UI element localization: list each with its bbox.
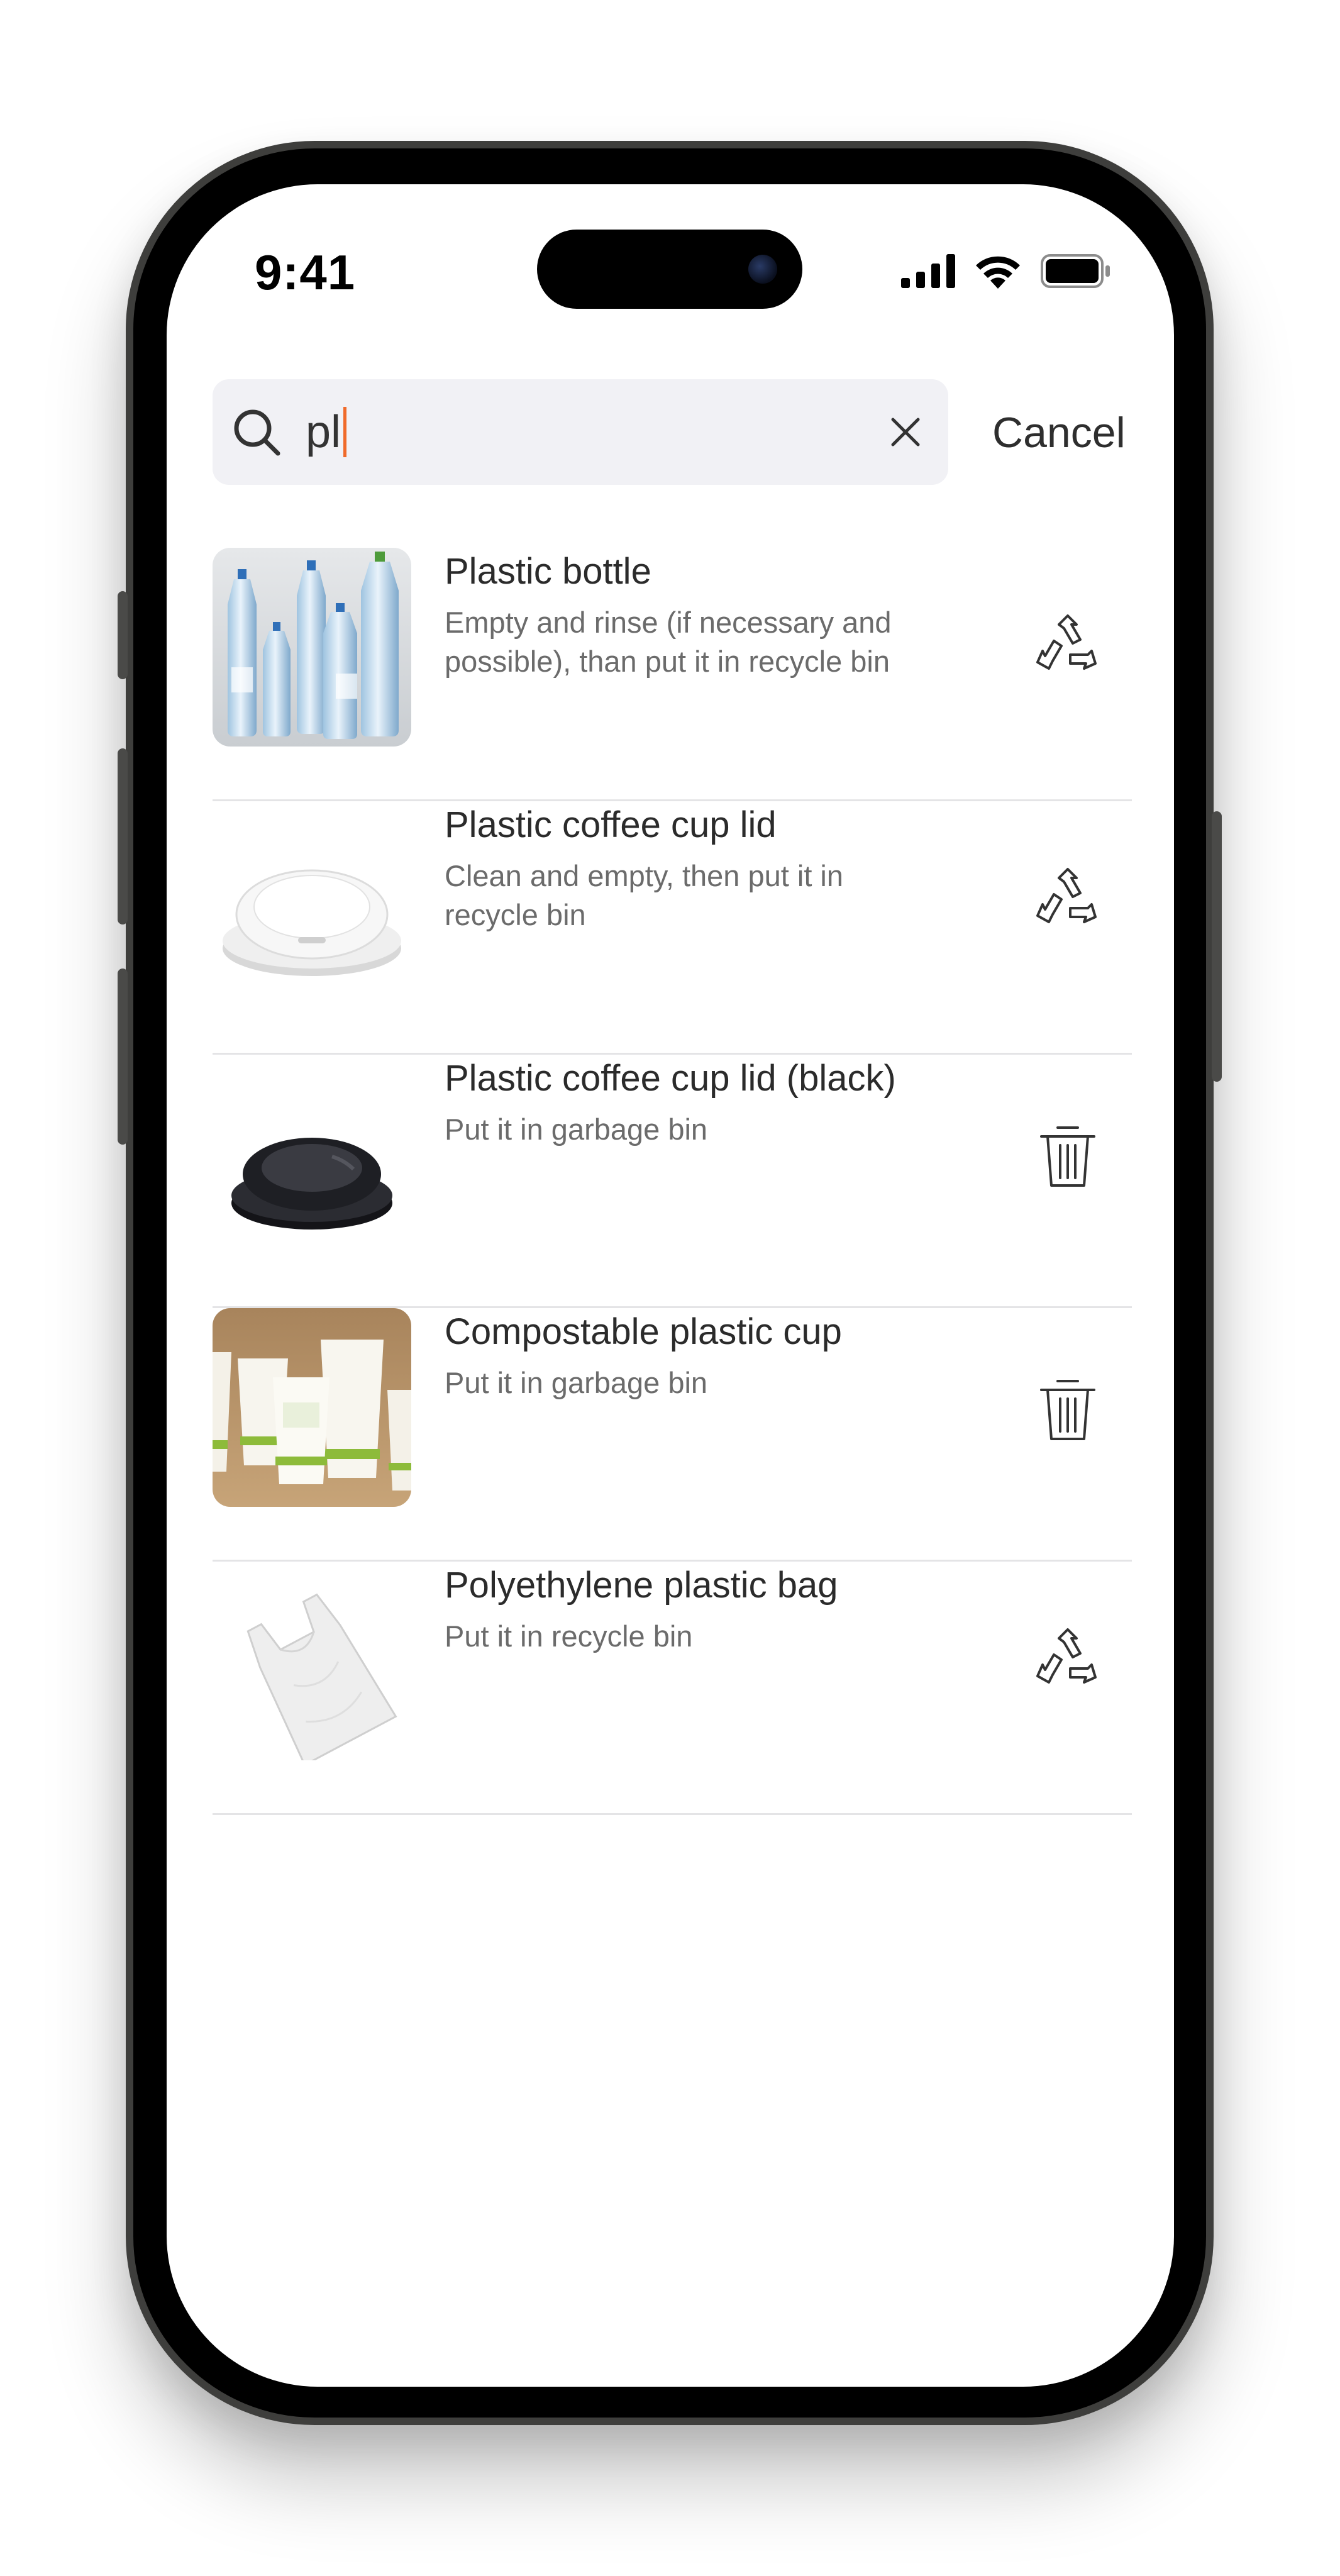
dynamic-island — [537, 230, 802, 309]
list-item[interactable]: Compostable plastic cup Put it in garbag… — [213, 1308, 1132, 1562]
list-item[interactable]: Plastic coffee cup lid (black) Put it in… — [213, 1055, 1132, 1308]
recycle-icon[interactable] — [1030, 864, 1105, 940]
item-title: Plastic coffee cup lid (black) — [445, 1058, 896, 1099]
compostable-cups-image — [213, 1308, 411, 1507]
white-cup-lid-image — [213, 801, 411, 1000]
search-input-value: pl — [306, 407, 341, 457]
side-button-mute — [118, 591, 128, 679]
cancel-button[interactable]: Cancel — [992, 398, 1126, 467]
list-item[interactable]: Plastic coffee cup lid Clean and empty, … — [213, 801, 1132, 1055]
clear-search-icon[interactable] — [887, 413, 924, 451]
trash-icon[interactable] — [1030, 1371, 1105, 1446]
battery-icon — [1041, 254, 1110, 288]
plastic-bag-image — [213, 1562, 411, 1760]
list-item[interactable]: Plastic bottle Empty and rinse (if neces… — [213, 548, 1132, 801]
item-title: Polyethylene plastic bag — [445, 1565, 838, 1606]
item-title: Plastic bottle — [445, 551, 651, 592]
item-description: Put it in recycle bin — [445, 1619, 693, 1653]
camera-icon — [748, 255, 777, 284]
recycle-icon[interactable] — [1030, 611, 1105, 686]
plastic-bottles-image — [213, 548, 411, 747]
recycle-icon[interactable] — [1030, 1624, 1105, 1700]
search-box[interactable]: pl — [213, 379, 948, 485]
item-description: Clean and empty, then put it in recycle … — [445, 859, 844, 931]
wifi-icon — [976, 256, 1020, 289]
search-results-list: Plastic bottle Empty and rinse (if neces… — [213, 548, 1132, 1815]
search-icon — [234, 409, 280, 456]
item-title: Plastic coffee cup lid — [445, 804, 777, 845]
trash-icon[interactable] — [1030, 1118, 1105, 1193]
text-caret — [343, 407, 347, 457]
item-description: Put it in garbage bin — [445, 1113, 708, 1146]
search-input[interactable]: pl — [306, 404, 347, 460]
status-time: 9:41 — [255, 245, 356, 300]
side-button-volume-up — [118, 748, 128, 924]
item-description: Empty and rinse (if necessary and possib… — [445, 606, 892, 678]
item-description: Put it in garbage bin — [445, 1366, 708, 1399]
status-icons — [901, 253, 1111, 289]
signal-icon — [901, 254, 955, 288]
list-item[interactable]: Polyethylene plastic bag Put it in recyc… — [213, 1562, 1132, 1815]
item-title: Compostable plastic cup — [445, 1311, 842, 1352]
side-button-volume-down — [118, 969, 128, 1145]
screen: 9:41 pl Cancel Plastic bottle Empty and … — [167, 184, 1174, 2387]
black-cup-lid-image — [213, 1055, 411, 1253]
side-button-power — [1212, 811, 1222, 1082]
